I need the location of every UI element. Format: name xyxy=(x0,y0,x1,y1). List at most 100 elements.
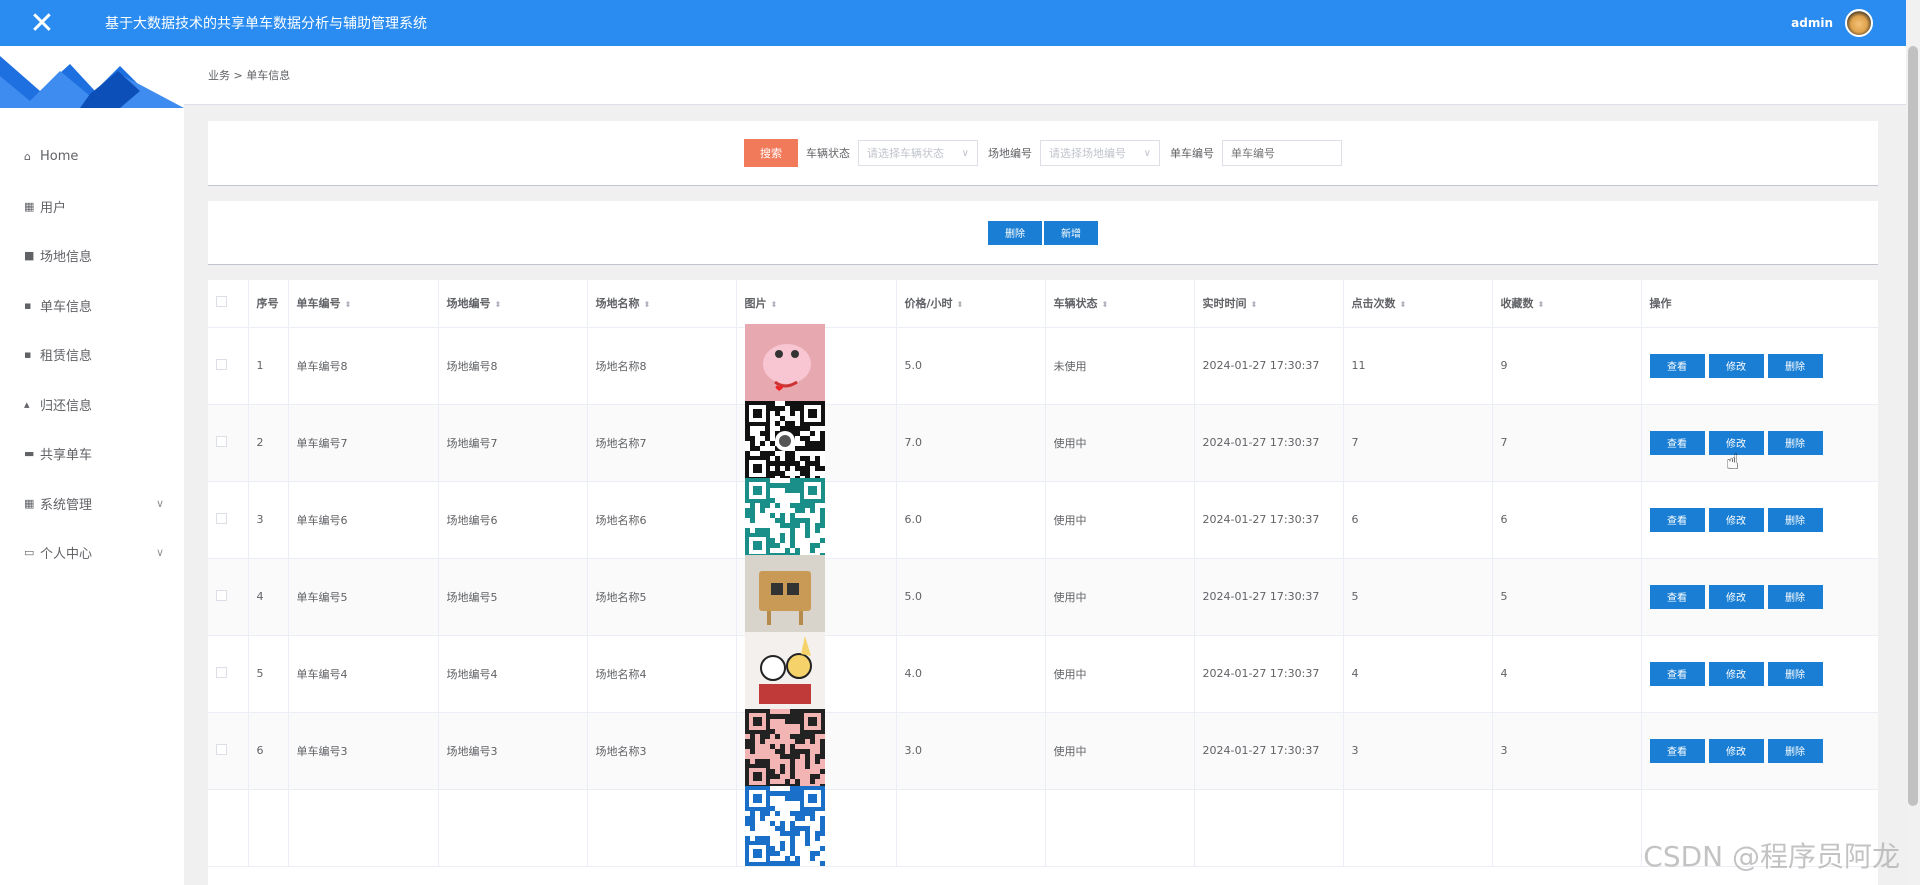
view-button[interactable]: 查看 xyxy=(1649,584,1705,609)
delete-button[interactable]: 删除 xyxy=(1767,738,1823,763)
sort-icon[interactable]: ⬍ xyxy=(644,300,651,309)
scrollbar[interactable] xyxy=(1906,0,1920,885)
status-select[interactable]: 请选择车辆状态 ∨ xyxy=(858,140,978,166)
edit-button[interactable]: 修改 xyxy=(1708,353,1764,378)
bike-number-cell: 单车编号4 xyxy=(288,635,439,713)
add-button[interactable]: 新增 xyxy=(1044,220,1098,245)
site-name-cell: 场地名称8 xyxy=(587,327,737,405)
scrollbar-thumb[interactable] xyxy=(1908,46,1918,806)
clicks-cell: 5 xyxy=(1343,558,1493,636)
clicks-cell: 7 xyxy=(1343,404,1493,482)
batch-delete-button[interactable]: 删除 xyxy=(988,220,1042,245)
sidebar-item-5[interactable]: ▴ 归还信息 xyxy=(0,380,184,430)
site-name-cell: 场地名称3 xyxy=(587,712,737,790)
sort-icon[interactable]: ⬍ xyxy=(1251,300,1258,309)
sidebar-item-7[interactable]: ▦ 系统管理 ∨ xyxy=(0,479,184,529)
close-icon[interactable]: ✕ xyxy=(19,0,65,46)
delete-button[interactable]: 删除 xyxy=(1767,661,1823,686)
column-header[interactable]: 场地名称 ⬍ xyxy=(587,280,737,328)
sidebar-item-3[interactable]: ▪ 单车信息 xyxy=(0,281,184,331)
site-number-cell: 场地编号4 xyxy=(438,635,588,713)
column-header[interactable]: 价格/小时 ⬍ xyxy=(896,280,1046,328)
delete-button[interactable]: 删除 xyxy=(1767,584,1823,609)
sidebar-item-2[interactable]: ■ 场地信息 xyxy=(0,231,184,281)
select-all-checkbox[interactable] xyxy=(216,296,227,308)
price-cell xyxy=(896,789,1046,867)
sidebar-item-8[interactable]: ▭ 个人中心 ∨ xyxy=(0,528,184,578)
view-button[interactable]: 查看 xyxy=(1649,430,1705,455)
index-cell: 3 xyxy=(248,481,289,559)
bike-image[interactable] xyxy=(744,708,825,789)
delete-button[interactable]: 删除 xyxy=(1767,507,1823,532)
column-header[interactable]: 图片 ⬍ xyxy=(736,280,897,328)
view-button[interactable]: 查看 xyxy=(1649,661,1705,686)
time-cell xyxy=(1194,789,1344,867)
column-header[interactable]: 点击次数 ⬍ xyxy=(1343,280,1493,328)
row-checkbox[interactable] xyxy=(216,358,227,370)
sort-icon[interactable]: ⬍ xyxy=(495,300,502,309)
column-header[interactable]: 车辆状态 ⬍ xyxy=(1045,280,1195,328)
bike-number-cell xyxy=(288,789,439,867)
edit-button[interactable]: 修改 xyxy=(1708,507,1764,532)
sort-icon[interactable]: ⬍ xyxy=(1538,300,1545,309)
row-checkbox[interactable] xyxy=(216,666,227,678)
column-header-label: 场地名称 xyxy=(595,297,640,311)
favorites-cell: 6 xyxy=(1492,481,1642,559)
bike-image[interactable] xyxy=(744,631,825,712)
column-header-label: 场地编号 xyxy=(446,297,491,311)
sort-icon[interactable]: ⬍ xyxy=(1400,300,1407,309)
view-button[interactable]: 查看 xyxy=(1649,507,1705,532)
column-header[interactable]: 收藏数 ⬍ xyxy=(1492,280,1642,328)
sidebar-item-4[interactable]: ▪ 租赁信息 xyxy=(0,330,184,380)
site-number-cell: 场地编号7 xyxy=(438,404,588,482)
favorites-cell xyxy=(1492,789,1642,867)
sort-icon[interactable]: ⬍ xyxy=(345,300,352,309)
delete-button[interactable]: 删除 xyxy=(1767,353,1823,378)
sidebar-item-0[interactable]: ⌂ Home xyxy=(0,132,184,182)
edit-button[interactable]: 修改 xyxy=(1708,584,1764,609)
site-select[interactable]: 请选择场地编号 ∨ xyxy=(1040,140,1160,166)
table-row: 6 单车编号3 场地编号3 场地名称3 3.0 使用中 2024-01-27 17:30:3… xyxy=(208,708,1878,790)
site-label: 场地编号 xyxy=(988,147,1032,160)
sidebar-item-6[interactable]: ▬ 共享单车 xyxy=(0,429,184,479)
index-cell: 2 xyxy=(248,404,289,482)
table-header-row: 序号 单车编号 ⬍ 场地编号 ⬍ 场地名称 ⬍ 图片 ⬍ 价格/小时 ⬍ 车辆状态 ⬍ 实时时间 ⬍ 点击次数… xyxy=(208,280,1878,328)
user-menu[interactable]: admin xyxy=(1791,0,1873,46)
bike-image[interactable] xyxy=(744,554,825,635)
price-cell: 7.0 xyxy=(896,404,1046,482)
view-button[interactable]: 查看 xyxy=(1649,738,1705,763)
row-checkbox[interactable] xyxy=(216,435,227,447)
row-checkbox[interactable] xyxy=(216,743,227,755)
column-header[interactable]: 场地编号 ⬍ xyxy=(438,280,588,328)
view-button[interactable]: 查看 xyxy=(1649,353,1705,378)
index-cell xyxy=(248,789,289,867)
avatar[interactable] xyxy=(1845,9,1873,37)
checkbox-cell xyxy=(208,481,249,559)
bike-number-cell: 单车编号6 xyxy=(288,481,439,559)
column-header[interactable]: 实时时间 ⬍ xyxy=(1194,280,1344,328)
edit-button[interactable]: 修改 xyxy=(1708,661,1764,686)
search-button[interactable]: 搜索 xyxy=(744,139,798,167)
bike-image[interactable] xyxy=(744,477,825,558)
image-cell xyxy=(736,631,897,713)
sort-icon[interactable]: ⬍ xyxy=(771,300,778,309)
row-checkbox[interactable] xyxy=(216,512,227,524)
edit-button[interactable]: 修改 xyxy=(1708,738,1764,763)
sidebar-item-label: 个人中心 xyxy=(40,547,93,563)
sort-icon[interactable]: ⬍ xyxy=(957,300,964,309)
sort-icon[interactable]: ⬍ xyxy=(1102,300,1109,309)
sidebar-item-1[interactable]: ▦ 用户 xyxy=(0,182,184,232)
bike-image[interactable]: ❤ xyxy=(744,323,825,404)
favorites-cell: 9 xyxy=(1492,327,1642,405)
bike-number-input[interactable] xyxy=(1222,140,1342,166)
bike-image[interactable] xyxy=(744,400,825,481)
select-all-cell xyxy=(208,280,249,328)
card-icon: ▭ xyxy=(24,546,35,560)
row-checkbox[interactable] xyxy=(216,589,227,601)
column-header[interactable]: 单车编号 ⬍ xyxy=(288,280,439,328)
delete-button[interactable]: 删除 xyxy=(1767,430,1823,455)
column-header-label: 序号 xyxy=(256,297,279,311)
bike-image[interactable] xyxy=(744,785,825,866)
time-cell: 2024-01-27 17:30:37 xyxy=(1194,635,1344,713)
column-header-label: 收藏数 xyxy=(1500,297,1534,311)
